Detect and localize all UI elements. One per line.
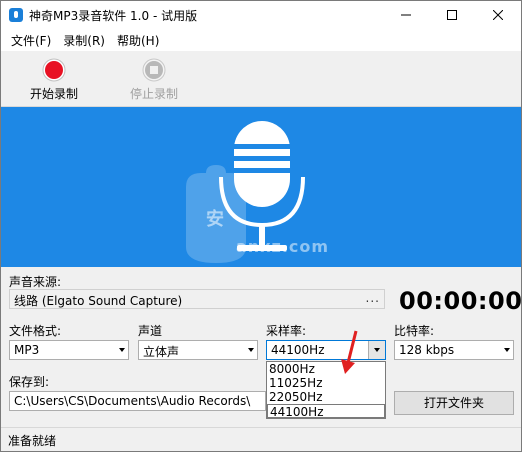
status-bar: 准备就绪 bbox=[1, 427, 521, 451]
toolbar: 开始录制 停止录制 bbox=[1, 52, 521, 107]
start-record-label: 开始录制 bbox=[29, 87, 78, 101]
window-title: 神奇MP3录音软件 1.0 - 试用版 bbox=[29, 8, 198, 23]
saveto-field[interactable]: C:\Users\CS\Documents\Audio Records\ bbox=[9, 391, 266, 411]
status-text: 准备就绪 bbox=[8, 434, 57, 448]
format-label: 文件格式: bbox=[9, 324, 62, 338]
record-timer: 00:00:00 bbox=[399, 287, 522, 315]
channel-label: 声道 bbox=[138, 324, 163, 338]
bitrate-label: 比特率: bbox=[394, 324, 435, 338]
stop-record-label: 停止录制 bbox=[129, 87, 178, 101]
close-icon bbox=[493, 10, 503, 20]
format-value: MP3 bbox=[14, 343, 40, 357]
minimize-button[interactable] bbox=[383, 1, 429, 29]
chevron-down-icon bbox=[374, 348, 380, 352]
channel-select[interactable]: 立体声 bbox=[138, 340, 258, 360]
watermark-domain: anxz.com bbox=[236, 237, 330, 256]
maximize-icon bbox=[447, 10, 457, 20]
source-value: 线路 (Elgato Sound Capture) bbox=[14, 294, 183, 308]
stop-icon bbox=[142, 58, 166, 82]
samplerate-dropdown-button[interactable] bbox=[368, 341, 385, 359]
saveto-label: 保存到: bbox=[9, 375, 50, 389]
chevron-down-icon bbox=[504, 348, 510, 352]
settings-panel: 声音来源: 线路 (Elgato Sound Capture) ... 00:0… bbox=[1, 267, 521, 427]
window-controls bbox=[383, 1, 521, 29]
samplerate-value: 44100Hz bbox=[271, 343, 325, 357]
annotation-arrow-icon bbox=[341, 330, 358, 374]
open-folder-button[interactable]: 打开文件夹 bbox=[394, 391, 514, 415]
chevron-down-icon bbox=[248, 348, 254, 352]
samplerate-label: 采样率: bbox=[266, 324, 307, 338]
browse-source-button[interactable]: ... bbox=[366, 291, 380, 305]
samplerate-option-selected[interactable]: 44100Hz bbox=[267, 404, 385, 419]
minimize-icon bbox=[401, 14, 411, 16]
title-bar: 神奇MP3录音软件 1.0 - 试用版 bbox=[1, 1, 521, 29]
maximize-button[interactable] bbox=[429, 1, 475, 29]
menu-record[interactable]: 录制(R) bbox=[57, 32, 111, 49]
app-window: 神奇MP3录音软件 1.0 - 试用版 文件(F) 录制(R) 帮助(H) 开始… bbox=[0, 0, 522, 452]
samplerate-dropdown-list: 8000Hz 11025Hz 22050Hz 44100Hz bbox=[266, 361, 386, 419]
close-button[interactable] bbox=[475, 1, 521, 29]
app-microphone-icon bbox=[9, 8, 23, 22]
samplerate-option[interactable]: 22050Hz bbox=[267, 390, 385, 404]
chevron-down-icon bbox=[119, 348, 125, 352]
format-select[interactable]: MP3 bbox=[9, 340, 129, 360]
menu-file[interactable]: 文件(F) bbox=[5, 32, 57, 49]
watermark-badge-text: 安 bbox=[206, 209, 224, 230]
menu-help[interactable]: 帮助(H) bbox=[111, 32, 165, 49]
bitrate-value: 128 kbps bbox=[399, 343, 455, 357]
stop-record-button[interactable]: 停止录制 bbox=[114, 58, 194, 102]
channel-value: 立体声 bbox=[143, 345, 180, 359]
samplerate-option[interactable]: 11025Hz bbox=[267, 376, 385, 390]
samplerate-option[interactable]: 8000Hz bbox=[267, 362, 385, 376]
samplerate-select[interactable]: 44100Hz bbox=[266, 340, 386, 360]
bitrate-select[interactable]: 128 kbps bbox=[394, 340, 514, 360]
saveto-value: C:\Users\CS\Documents\Audio Records\ bbox=[14, 394, 251, 408]
source-field[interactable]: 线路 (Elgato Sound Capture) ... bbox=[9, 289, 385, 309]
source-label: 声音来源: bbox=[9, 275, 62, 289]
start-record-button[interactable]: 开始录制 bbox=[14, 58, 94, 102]
menu-bar: 文件(F) 录制(R) 帮助(H) bbox=[1, 29, 521, 51]
microphone-banner: 安 anxz.com bbox=[1, 107, 521, 267]
record-icon bbox=[42, 58, 66, 82]
